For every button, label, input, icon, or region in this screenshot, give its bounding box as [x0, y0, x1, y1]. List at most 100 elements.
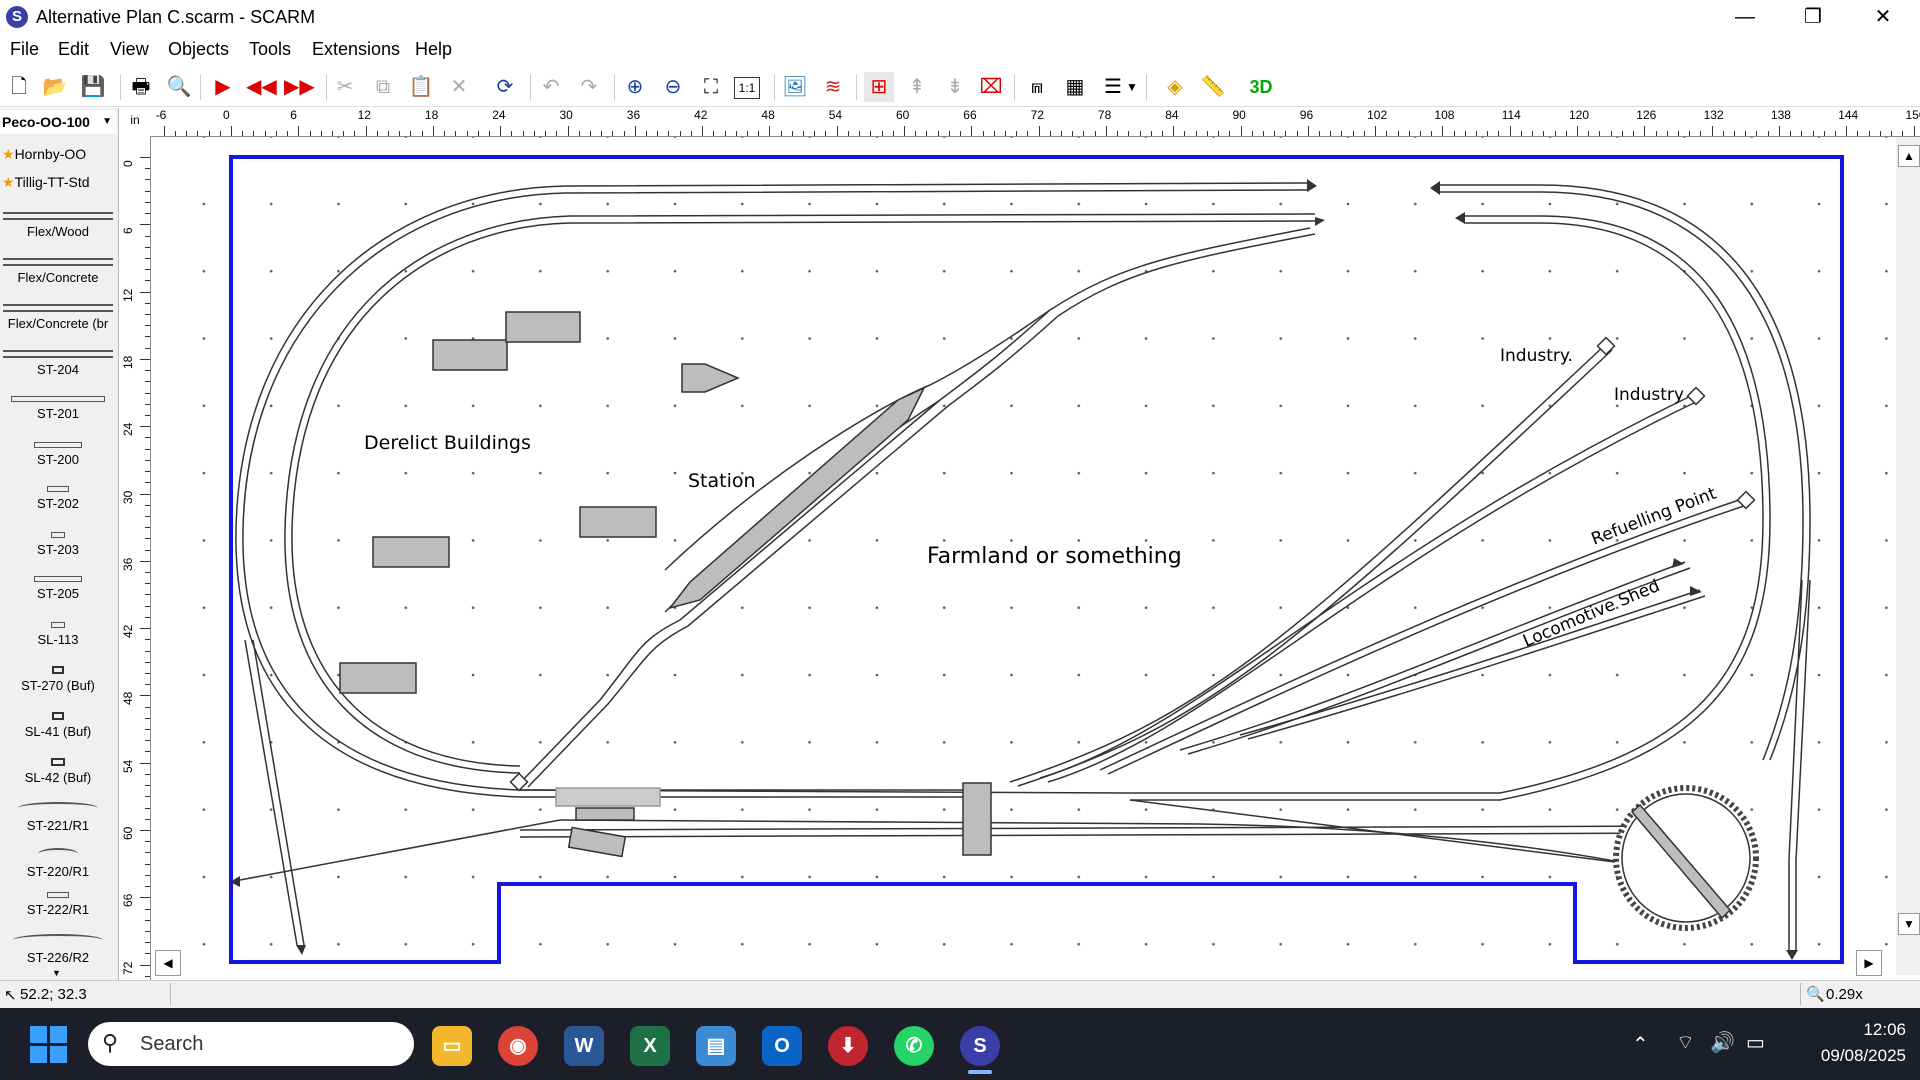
ruler-tick [1363, 131, 1365, 136]
measure-icon[interactable]: ◈ [1160, 72, 1190, 102]
fit-icon[interactable]: ⛶ [696, 72, 726, 102]
track-item-st-201[interactable]: ST-201 [0, 396, 116, 421]
track-label: ST-204 [37, 362, 79, 377]
split-icon[interactable]: ⌧ [976, 72, 1006, 102]
menu-objects[interactable]: Objects [168, 39, 229, 60]
menu-tools[interactable]: Tools [249, 39, 291, 60]
undo-icon[interactable]: ↶ [536, 72, 566, 102]
tunnel-icon[interactable]: ▦ [1060, 72, 1090, 102]
scroll-down-icon[interactable]: ▼ [1898, 913, 1920, 935]
menu-file[interactable]: File [10, 39, 39, 60]
track-item-flex-concrete-br[interactable]: Flex/Concrete (br [0, 304, 116, 331]
track-item-st-221[interactable]: ST-221/R1 [0, 802, 116, 833]
files-icon[interactable]: ▤ [696, 1026, 736, 1066]
file-explorer-icon[interactable]: ▭ [432, 1026, 472, 1066]
derelict-building-3 [579, 506, 657, 538]
favorite-library-item[interactable]: ★Hornby-OO [2, 146, 86, 163]
menu-edit[interactable]: Edit [58, 39, 89, 60]
track-item-sl-113[interactable]: SL-113 [0, 622, 116, 647]
zoom-in-icon[interactable]: ⊕ [620, 72, 650, 102]
close-button[interactable]: ✕ [1854, 0, 1912, 34]
ruler-h-label: 90 [1232, 108, 1246, 122]
bridge-icon[interactable]: ⩎ [1022, 72, 1052, 102]
chevron-up-icon[interactable]: ⌃ [1632, 1032, 1649, 1057]
redo-icon[interactable]: ↷ [574, 72, 604, 102]
ruler-h-label: 36 [626, 108, 641, 122]
cut-icon[interactable]: ✂ [330, 72, 360, 102]
download-icon[interactable]: ⬇ [828, 1026, 868, 1066]
forward-icon[interactable]: ▶▶ [284, 72, 315, 102]
scroll-right-icon[interactable]: ▶ [1856, 950, 1882, 976]
excel-icon[interactable]: X [630, 1026, 670, 1066]
rewind-icon[interactable]: ◀◀ [246, 72, 277, 102]
ruler-tick [825, 131, 827, 136]
height-down-icon[interactable]: ⇟ [940, 72, 970, 102]
library-select[interactable]: Peco-OO-100 ▼ [0, 110, 116, 134]
layers-icon[interactable]: ≋ [818, 72, 848, 102]
track-item-sl-42[interactable]: SL-42 (Buf) [0, 758, 116, 785]
track-item-st-226[interactable]: ST-226/R2 [0, 934, 116, 965]
track-item-st-220[interactable]: ST-220/R1 [0, 848, 116, 879]
paste-icon[interactable]: 📋 [406, 72, 436, 102]
actual-size-icon[interactable]: 1:1 [734, 77, 760, 99]
height-up-icon[interactable]: ⇞ [902, 72, 932, 102]
ruler-icon[interactable]: 📏 [1198, 72, 1228, 102]
windows-start-icon[interactable] [30, 1026, 68, 1064]
refresh-icon[interactable]: ⟳ [490, 72, 520, 102]
track-tool-icon[interactable]: ⊞ [864, 72, 894, 102]
open-icon[interactable]: 📂 [40, 72, 70, 102]
menu-extensions[interactable]: Extensions [312, 39, 400, 60]
new-icon[interactable]: 🗋 [4, 72, 34, 102]
delete-icon[interactable]: ✕ [444, 72, 474, 102]
outlook-icon[interactable]: O [762, 1026, 802, 1066]
word-icon[interactable]: W [564, 1026, 604, 1066]
track-item-st-205[interactable]: ST-205 [0, 576, 116, 601]
ruler-tick [388, 131, 390, 136]
whatsapp-icon[interactable]: ✆ [894, 1026, 934, 1066]
track-item-sl-41[interactable]: SL-41 (Buf) [0, 712, 116, 739]
taskbar-time[interactable]: 12:06 [1846, 1020, 1906, 1040]
scarm-icon[interactable]: S [960, 1026, 1000, 1066]
print-icon[interactable]: 🖶 [126, 72, 156, 102]
vertical-scrollbar[interactable]: ▲ ▼ [1896, 137, 1920, 975]
3d-icon[interactable]: 3D [1244, 72, 1278, 102]
ruler-tick [1476, 131, 1478, 136]
favorite-library-item[interactable]: ★Tillig-TT-Std [2, 174, 90, 191]
taskbar-date[interactable]: 09/08/2025 [1796, 1046, 1906, 1066]
track-item-flex-concrete[interactable]: Flex/Concrete [0, 258, 116, 285]
taskbar-search[interactable]: ⚲ Search [88, 1022, 414, 1066]
zoom-out-icon[interactable]: ⊖ [658, 72, 688, 102]
play-icon[interactable]: ▶ [208, 72, 238, 102]
track-item-st-204[interactable]: ST-204 [0, 350, 116, 377]
dropdown-icon[interactable]: ▼ [1124, 72, 1140, 102]
save-icon[interactable]: 💾 [78, 72, 108, 102]
track-item-flex-wood[interactable]: Flex/Wood [0, 212, 116, 239]
ruler-tick [1419, 131, 1421, 136]
menu-help[interactable]: Help [415, 39, 452, 60]
battery-icon[interactable]: ▭ [1746, 1030, 1765, 1055]
track-item-st-200[interactable]: ST-200 [0, 442, 116, 467]
ruler-tick [331, 131, 333, 136]
ruler-v-label: 48 [121, 692, 135, 706]
track-item-st-270[interactable]: ST-270 (Buf) [0, 666, 116, 693]
ruler-tick [145, 684, 150, 686]
copy-icon[interactable]: ⧉ [368, 72, 398, 102]
maximize-button[interactable]: ❐ [1784, 0, 1842, 34]
print-preview-icon[interactable]: 🔍 [164, 72, 194, 102]
scroll-down-icon[interactable]: ▼ [52, 968, 61, 978]
minimize-button[interactable]: — [1716, 0, 1774, 34]
toolbar-separator [120, 74, 121, 100]
wifi-icon[interactable]: ⌔ [1676, 1030, 1695, 1055]
layout-drawing[interactable]: Derelict Buildings Station Farmland or s… [151, 137, 1896, 975]
volume-icon[interactable]: 🔊 [1710, 1030, 1735, 1055]
scroll-left-icon[interactable]: ◀ [155, 950, 181, 976]
chrome-icon[interactable]: ◉ [498, 1026, 538, 1066]
background-icon[interactable]: 🖼 [780, 72, 810, 102]
track-item-st-202[interactable]: ST-202 [0, 486, 116, 511]
layout-canvas[interactable]: Derelict Buildings Station Farmland or s… [151, 137, 1896, 975]
track-item-st-222[interactable]: ST-222/R1 [0, 892, 116, 917]
ruler-tick [915, 131, 917, 136]
menu-view[interactable]: View [110, 39, 149, 60]
track-item-st-203[interactable]: ST-203 [0, 532, 116, 557]
scroll-up-icon[interactable]: ▲ [1898, 145, 1920, 167]
